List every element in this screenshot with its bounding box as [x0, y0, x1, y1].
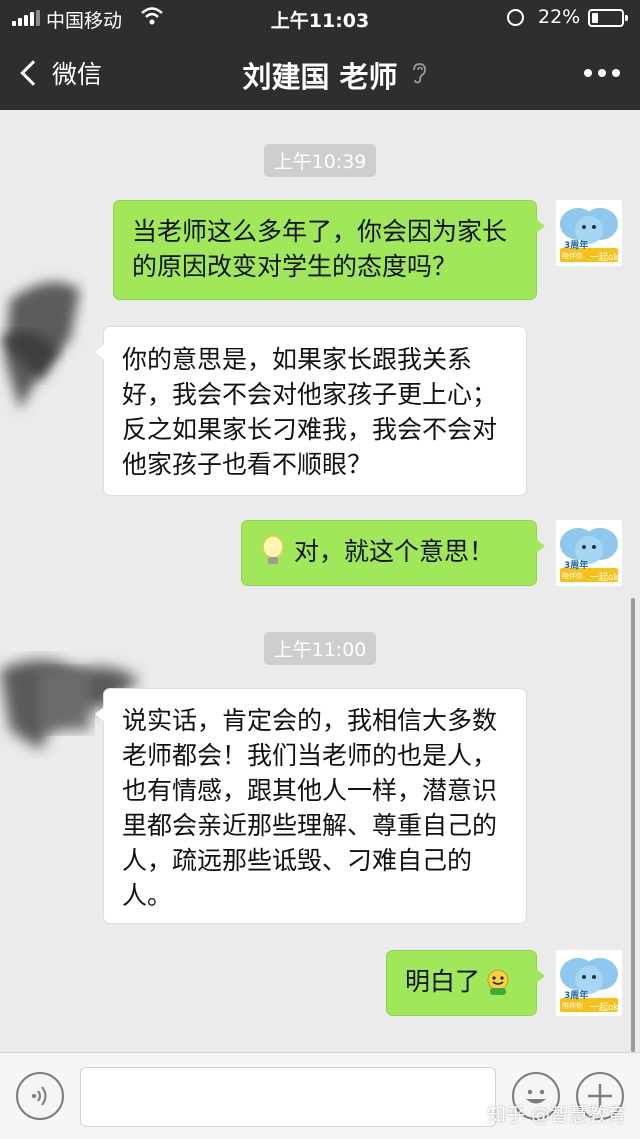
- battery-icon: [588, 9, 628, 27]
- chat-area[interactable]: 上午10:39 当老师这么多年了，你会因为家长的原因改变对学生的态度吗？ 3周年…: [0, 110, 640, 1052]
- more-button[interactable]: [584, 69, 620, 77]
- chat-title: 刘建国 老师: [242, 60, 398, 94]
- message-bubble-incoming[interactable]: 说实话，肯定会的，我相信大多数老师都会！我们当老师的也是人，也有情感，跟其他人一…: [95, 688, 527, 924]
- message-text: 当老师这么多年了，你会因为家长的原因改变对学生的态度吗？: [132, 217, 508, 281]
- lightbulb-icon: [262, 535, 284, 564]
- message-text: 你的意思是，如果家长跟我关系好，我会不会对他家孩子更上心；反之如果家长刁难我，我…: [122, 345, 498, 479]
- message-text: 说实话，肯定会的，我相信大多数老师都会！我们当老师的也是人，也有情感，跟其他人一…: [122, 706, 498, 910]
- status-bar: 中国移动 上午11:03 22%: [0, 0, 640, 36]
- battery-percent: 22%: [538, 6, 581, 28]
- message-bubble-outgoing[interactable]: 明白了: [386, 950, 545, 1016]
- voice-icon: [32, 1086, 47, 1106]
- voice-button[interactable]: [16, 1072, 64, 1120]
- avatar-caption: 一起ok: [590, 1003, 619, 1013]
- watermark: 知乎 @智慧教育: [486, 1104, 626, 1126]
- avatar-caption: 一起ok: [590, 253, 619, 263]
- avatar-small-caption: 陪伴你: [562, 252, 583, 260]
- avatar-badge: 3周年: [564, 991, 589, 1001]
- avatar-small-caption: 陪伴你: [562, 572, 583, 580]
- avatar[interactable]: 3周年 陪伴你 一起ok: [556, 520, 622, 586]
- teacher-avatar[interactable]: [0, 260, 100, 420]
- message-text: 对，就这个意思！: [294, 537, 495, 566]
- ear-icon: [413, 63, 426, 84]
- message-bubble-incoming[interactable]: 你的意思是，如果家长跟我关系好，我会不会对他家孩子更上心；反之如果家长刁难我，我…: [95, 326, 527, 496]
- avatar[interactable]: 3周年 陪伴你 一起ok: [556, 200, 622, 266]
- avatar[interactable]: 3周年 陪伴你 一起ok: [556, 950, 622, 1016]
- chat-scrollbar[interactable]: [631, 598, 635, 1052]
- avatar-small-caption: 陪伴你: [562, 1002, 583, 1010]
- message-bubble-outgoing[interactable]: 当老师这么多年了，你会因为家长的原因改变对学生的态度吗？: [113, 200, 545, 300]
- nav-bar: 微信 刘建国 老师: [0, 36, 640, 110]
- more-icon: [584, 69, 592, 77]
- timestamp: 上午10:39: [0, 144, 640, 177]
- avatar-caption: 一起ok: [590, 573, 619, 583]
- grin-sticker-icon: [487, 969, 509, 995]
- message-input[interactable]: [80, 1067, 496, 1127]
- orientation-lock-icon: [507, 9, 524, 26]
- avatar-badge: 3周年: [564, 241, 589, 251]
- message-text: 明白了: [405, 967, 481, 996]
- avatar-badge: 3周年: [564, 561, 589, 571]
- message-bubble-outgoing[interactable]: 对，就这个意思！: [241, 520, 545, 586]
